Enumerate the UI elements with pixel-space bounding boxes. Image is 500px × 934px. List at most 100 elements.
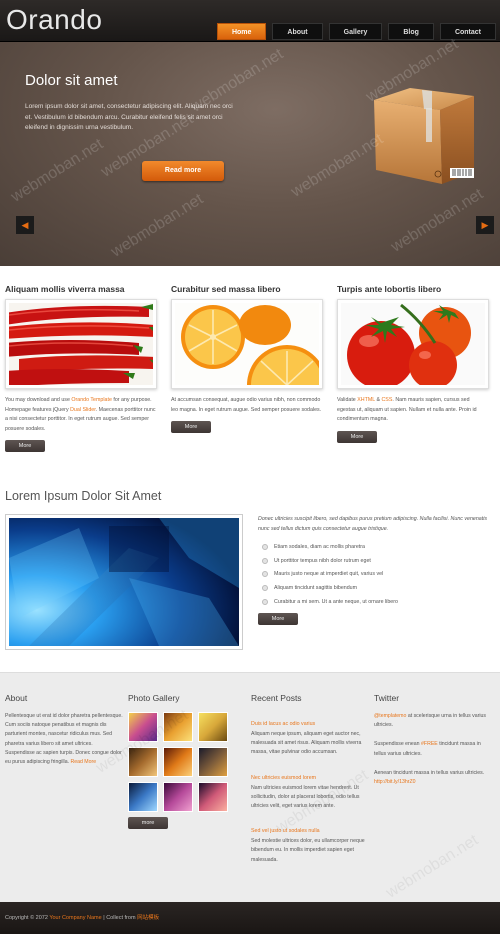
dual-slider-link[interactable]: Dual Slider xyxy=(70,407,96,413)
bullet-icon xyxy=(262,598,268,605)
nav-about[interactable]: About xyxy=(272,23,323,40)
post-title-link[interactable]: Sed vel justo ut sodales nulla xyxy=(251,828,320,834)
bullet-icon xyxy=(262,557,268,564)
nav-gallery[interactable]: Gallery xyxy=(328,23,383,40)
abstract-blue-image xyxy=(5,514,243,650)
gallery-thumbnail[interactable] xyxy=(198,712,228,742)
watermark-text: webmoban.net xyxy=(108,190,207,261)
gallery-column: Photo Gallery more xyxy=(128,693,246,829)
feature-text-part: You may download and use xyxy=(5,397,72,403)
bullet-icon xyxy=(262,544,268,550)
slider-next-arrow-icon[interactable]: ▶ xyxy=(476,216,494,234)
hashtag-link[interactable]: #FREE xyxy=(421,741,438,747)
list-item-text: Ut porttitor tempus nibh dolor rutrum eg… xyxy=(274,557,371,564)
watermark-text: webmoban.net xyxy=(8,135,107,206)
list-item: Mauris justo neque at imperdiet quit, va… xyxy=(262,570,492,584)
more-button[interactable]: More xyxy=(337,430,377,443)
post-title-link[interactable]: Duis id lacus ac odio varius xyxy=(251,721,315,727)
list-item: Aliquam tincidunt sagittis bibendum xyxy=(262,584,492,598)
gallery-thumbnail[interactable] xyxy=(163,747,193,777)
list-item-text: Curabitur a mi sem. Ut a ante neque, ut … xyxy=(274,598,398,605)
gallery-thumbnail[interactable] xyxy=(128,782,158,812)
more-button[interactable]: More xyxy=(171,421,211,434)
about-text-body: Pellentesque ut erat id dolor pharetra p… xyxy=(5,713,123,766)
copyright-separator: | Collect from xyxy=(101,915,138,921)
bullet-icon xyxy=(262,585,268,592)
tweet-url-link[interactable]: http://bit.ly/13hrZ0 xyxy=(374,779,416,785)
post-title-link[interactable]: Nec ultricies euismod lorem xyxy=(251,775,316,781)
feature-text: At accumsan consequat, augue odio varius… xyxy=(171,397,322,413)
tweet-text: Aenean tincidunt massa in tellus varius … xyxy=(374,769,485,776)
hero-title: Dolor sit amet xyxy=(25,72,118,89)
post-text: Aliquam neque ipsum, aliquam eget auctor… xyxy=(251,731,362,756)
more-button[interactable]: More xyxy=(258,613,298,625)
copyright-label: Copyright © 2072 xyxy=(5,915,50,921)
section-intro: Donec ultricies suscipit libero, sed dap… xyxy=(258,516,488,532)
recent-posts-title: Recent Posts xyxy=(251,693,302,703)
feature-title: Curabitur sed massa libero xyxy=(171,284,281,294)
post-item: Duis id lacus ac odio varius Aliquam neq… xyxy=(251,712,369,758)
gallery-thumbnail[interactable] xyxy=(198,747,228,777)
post-item: Sed vel justo ut sodales nulla Sed moles… xyxy=(251,819,369,865)
cardboard-box-image xyxy=(374,88,474,184)
feature-column: Turpis ante lobortis libero Validate XHT… xyxy=(337,284,489,443)
tweet: @templatemo at scelerisque urna in tellu… xyxy=(374,712,492,730)
nav-contact[interactable]: Contact xyxy=(439,23,496,40)
bullet-icon xyxy=(262,571,268,578)
gallery-thumbnail[interactable] xyxy=(198,782,228,812)
hero-read-more-button[interactable]: Read more xyxy=(142,161,224,181)
bullet-list: Etiam sodales, diam ac mollis pharetra U… xyxy=(262,543,492,611)
list-item-text: Etiam sodales, diam ac mollis pharetra xyxy=(274,544,365,550)
bottom-section: About Pellentesque ut erat id dolor phar… xyxy=(0,672,500,902)
oranges-image xyxy=(171,299,323,389)
recent-posts-column: Recent Posts Duis id lacus ac odio variu… xyxy=(251,693,369,873)
collect-from-link[interactable]: 网站模板 xyxy=(137,915,159,921)
site-logo[interactable]: Orando xyxy=(6,4,102,36)
slider-prev-arrow-icon[interactable]: ◀ xyxy=(16,216,34,234)
gallery-title: Photo Gallery xyxy=(128,693,180,703)
list-item: Etiam sodales, diam ac mollis pharetra xyxy=(262,543,492,557)
copyright-text: Copyright © 2072 Your Company Name | Col… xyxy=(5,913,159,921)
hero-text: Lorem ipsum dolor sit amet, consectetur … xyxy=(25,103,233,131)
post-text: Sed molestie ultrices dolor, eu ullamcor… xyxy=(251,838,365,863)
list-item-text: Mauris justo neque at imperdiet quit, va… xyxy=(274,571,384,578)
company-name-link[interactable]: Your Company Name xyxy=(49,915,101,921)
feature-title: Aliquam mollis viverra massa xyxy=(5,284,125,294)
feature-text: Validate XHTML & CSS. Nam mauris sapien,… xyxy=(337,396,489,425)
list-item: Ut porttitor tempus nibh dolor rutrum eg… xyxy=(262,557,492,571)
orando-template-link[interactable]: Orando Template xyxy=(71,397,112,403)
feature-title: Turpis ante lobortis libero xyxy=(337,284,442,294)
tweet: Aenean tincidunt massa in tellus varius … xyxy=(374,769,492,787)
tweet: Suspendisse enean #FREE tincidunt massa … xyxy=(374,740,492,758)
photo-gallery-grid xyxy=(128,712,246,812)
gallery-more-button[interactable]: more xyxy=(128,817,168,829)
post-item: Nec ultricies euismod lorem Nam ultricie… xyxy=(251,766,369,812)
css-link[interactable]: CSS xyxy=(381,397,392,403)
chili-peppers-image xyxy=(5,299,157,389)
watermark-text: webmoban.net xyxy=(383,831,482,902)
xhtml-link[interactable]: XHTML xyxy=(357,397,375,403)
feature-column: Curabitur sed massa libero At accumsan c… xyxy=(171,284,323,434)
gallery-thumbnail[interactable] xyxy=(163,712,193,742)
nav-home[interactable]: Home xyxy=(216,23,267,40)
nav-blog[interactable]: Blog xyxy=(388,23,434,40)
site-header: Orando Home About Gallery Blog Contact xyxy=(0,0,500,42)
list-item-text: Aliquam tincidunt sagittis bibendum xyxy=(274,585,358,592)
twitter-title: Twitter xyxy=(374,693,400,703)
hero-slider: Dolor sit amet Lorem ipsum dolor sit ame… xyxy=(0,36,500,266)
gallery-thumbnail[interactable] xyxy=(128,712,158,742)
tweet-text: Suspendisse enean xyxy=(374,741,422,748)
gallery-thumbnail[interactable] xyxy=(163,782,193,812)
site-footer: Copyright © 2072 Your Company Name | Col… xyxy=(0,902,500,934)
tomatoes-image xyxy=(337,299,489,389)
twitter-column: Twitter @templatemo at scelerisque urna … xyxy=(374,693,492,787)
more-button[interactable]: More xyxy=(5,440,45,453)
post-text: Nam ultricies euismod lorem vitae hendre… xyxy=(251,784,360,810)
page: Orando Home About Gallery Blog Contact D… xyxy=(0,0,500,934)
feature-column: Aliquam mollis viverra massa You may dow… xyxy=(5,284,157,453)
list-item: Curabitur a mi sem. Ut a ante neque, ut … xyxy=(262,598,492,612)
twitter-handle-link[interactable]: @templatemo xyxy=(374,713,406,719)
section-title: Lorem Ipsum Dolor Sit Amet xyxy=(5,489,162,503)
read-more-link[interactable]: Read More xyxy=(70,759,96,765)
gallery-thumbnail[interactable] xyxy=(128,747,158,777)
